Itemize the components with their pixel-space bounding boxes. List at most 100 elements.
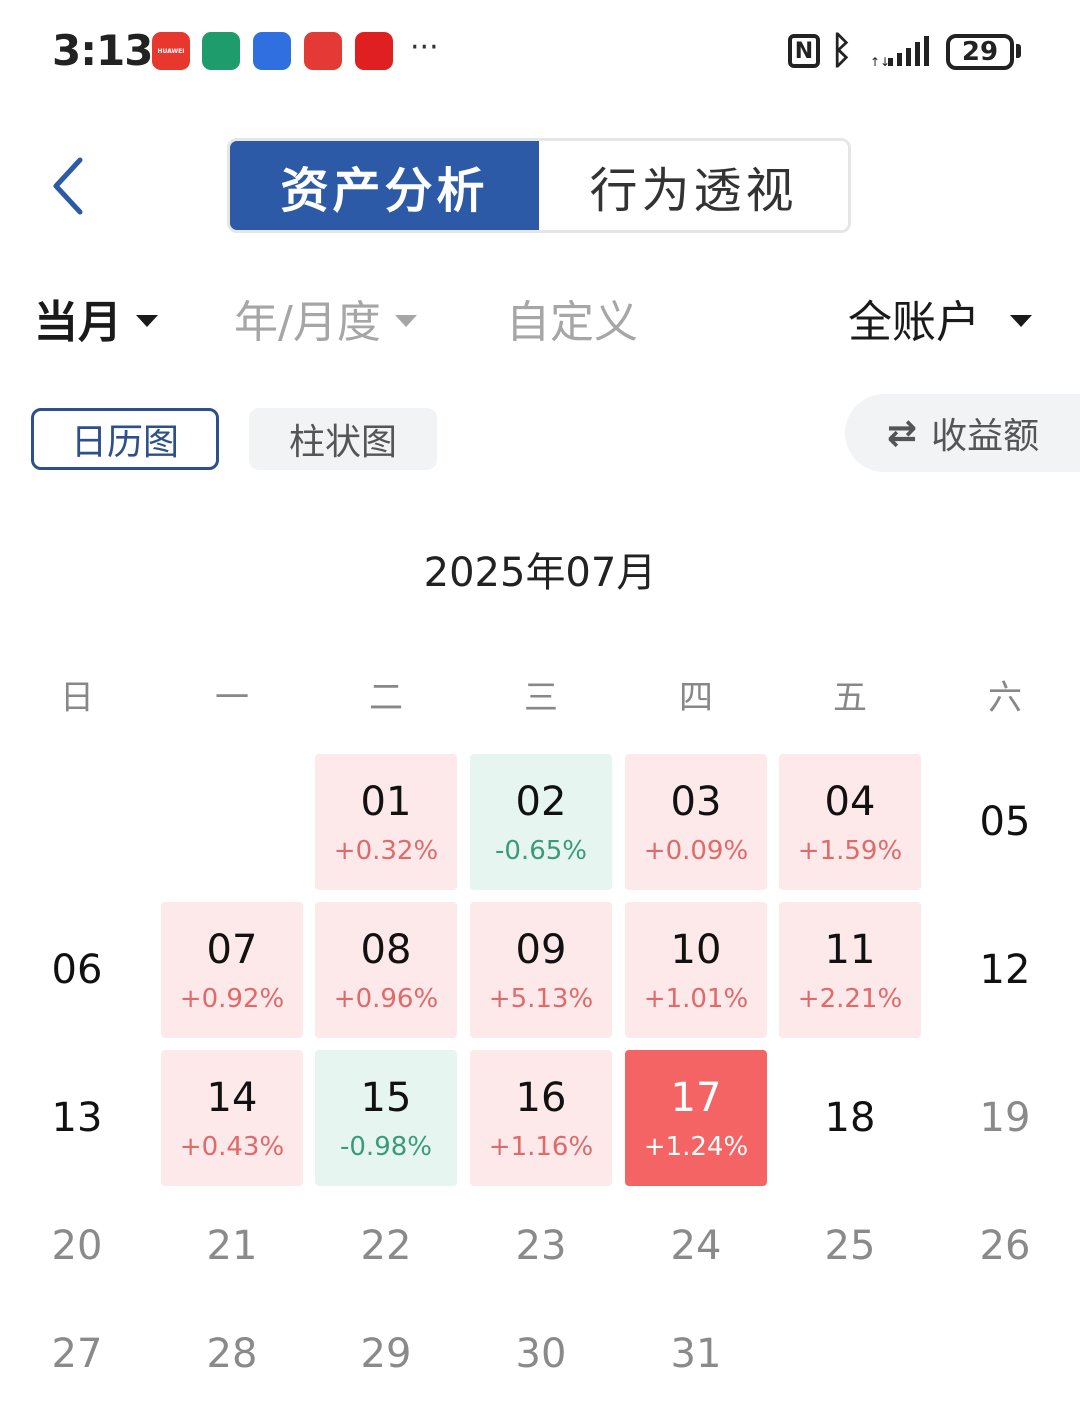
book-app-icon: [304, 32, 342, 70]
svg-text:↑↓: ↑↓: [870, 55, 890, 68]
calendar-day-cell: 26: [934, 1180, 1076, 1312]
calendar-day-number: 10: [670, 927, 722, 973]
weekday-label: 六: [988, 678, 1022, 718]
calendar-day-cell[interactable]: 08 +0.96%: [315, 902, 457, 1038]
calendar-day-cell[interactable]: 12: [934, 902, 1076, 1038]
calendar-day-return: +5.13%: [488, 984, 594, 1014]
calendar-day-return: +1.24%: [643, 1132, 749, 1162]
chevron-left-icon: [53, 157, 83, 215]
filter-current-month-label: 当月: [34, 297, 122, 348]
weekday-label: 四: [679, 678, 713, 718]
filter-account-label: 全账户: [848, 297, 980, 348]
calendar-day-cell: 19: [934, 1050, 1076, 1186]
calendar-day-number: 20: [51, 1223, 103, 1269]
tab-asset-analysis[interactable]: 资产分析: [230, 141, 539, 230]
calendar-day-cell: 28: [161, 1288, 303, 1420]
calendar-day-return: +2.21%: [797, 984, 903, 1014]
calendar-day-return: -0.65%: [495, 836, 587, 866]
calendar-day-number: 05: [979, 799, 1031, 845]
calendar-day-return: -0.98%: [340, 1132, 432, 1162]
calendar-day-number: 06: [51, 947, 103, 993]
calendar-day-cell[interactable]: 03 +0.09%: [625, 754, 767, 890]
calendar-day-number: 09: [515, 927, 567, 973]
calendar-day-cell[interactable]: 04 +1.59%: [779, 754, 921, 890]
calendar-day-number: 07: [206, 927, 258, 973]
calendar-day-number: 21: [206, 1223, 258, 1269]
filter-current-month[interactable]: 当月: [34, 286, 158, 350]
calendar-day-number: 25: [824, 1223, 876, 1269]
calendar-day-cell[interactable]: 07 +0.92%: [161, 902, 303, 1038]
calendar-day-cell[interactable]: 02 -0.65%: [470, 754, 612, 890]
calendar-day-cell: 30: [470, 1288, 612, 1420]
calendar-day-number: 04: [824, 779, 876, 825]
calendar-day-number: 13: [51, 1095, 103, 1141]
bar-chart-view-button[interactable]: 柱状图: [249, 408, 437, 470]
huawei-app-icon: HUAWEI: [152, 32, 190, 70]
calendar-day-cell[interactable]: 14 +0.43%: [161, 1050, 303, 1186]
weekday-label: 日: [60, 678, 94, 718]
calendar-day-cell[interactable]: 09 +5.13%: [470, 902, 612, 1038]
signal-icon: ↑↓: [870, 36, 929, 68]
battery-indicator: 29: [946, 34, 1014, 70]
calendar-day-number: 31: [670, 1331, 722, 1377]
calendar-day-return: +0.09%: [643, 836, 749, 866]
calendar-day-number: 22: [360, 1223, 412, 1269]
calendar-day-cell[interactable]: 11 +2.21%: [779, 902, 921, 1038]
weekday-label: 二: [369, 678, 403, 718]
battery-tip: [1016, 44, 1021, 58]
calendar-day-cell: 31: [625, 1288, 767, 1420]
calendar-day-return: +0.92%: [179, 984, 285, 1014]
heart-app-icon: [355, 32, 393, 70]
calendar-day-cell[interactable]: 01 +0.32%: [315, 754, 457, 890]
calendar-day-cell[interactable]: 18: [779, 1050, 921, 1186]
back-button[interactable]: [40, 150, 100, 222]
calendar-day-number: 23: [515, 1223, 567, 1269]
calendar-day-number: 27: [51, 1331, 103, 1377]
calendar-view-button[interactable]: 日历图: [31, 408, 219, 470]
weekday-label: 五: [833, 678, 867, 718]
calendar-day-number: 26: [979, 1223, 1031, 1269]
calendar-day-cell[interactable]: 13: [6, 1050, 148, 1186]
filter-year-month[interactable]: 年/月度: [234, 286, 417, 350]
calendar-day-number: 24: [670, 1223, 722, 1269]
bluetooth-icon: ᛒ: [830, 28, 853, 72]
hand-app-icon: [253, 32, 291, 70]
calendar-day-number: 15: [360, 1075, 412, 1121]
caret-down-icon: [136, 315, 158, 327]
metric-toggle-label: 收益额: [931, 416, 1040, 457]
calendar-day-number: 02: [515, 779, 567, 825]
calendar-day-number: 29: [360, 1331, 412, 1377]
weekday-label: 一: [215, 678, 249, 718]
calendar-day-cell[interactable]: 06: [6, 902, 148, 1038]
calendar-day-number: 14: [206, 1075, 258, 1121]
calendar-day-cell[interactable]: 15 -0.98%: [315, 1050, 457, 1186]
calendar-day-cell[interactable]: 17 +1.24%: [625, 1050, 767, 1186]
calendar-day-number: 03: [670, 779, 722, 825]
filter-custom[interactable]: 自定义: [506, 286, 638, 350]
calendar-day-return: +1.59%: [797, 836, 903, 866]
calendar-day-cell[interactable]: 05: [934, 754, 1076, 890]
calendar-day-return: +0.96%: [333, 984, 439, 1014]
calendar-day-cell: 25: [779, 1180, 921, 1312]
filter-custom-label: 自定义: [506, 297, 638, 348]
calendar-day-number: 08: [360, 927, 412, 973]
filter-year-month-label: 年/月度: [234, 297, 381, 348]
calendar-day-cell[interactable]: 10 +1.01%: [625, 902, 767, 1038]
filter-account[interactable]: 全账户: [848, 286, 1032, 350]
nfc-icon: N: [788, 34, 820, 68]
calendar-day-number: 12: [979, 947, 1031, 993]
bank-app-icon: [202, 32, 240, 70]
weekday-label: 三: [524, 678, 558, 718]
calendar-day-number: 19: [979, 1095, 1031, 1141]
caret-down-icon: [1010, 315, 1032, 327]
calendar-day-cell[interactable]: 16 +1.16%: [470, 1050, 612, 1186]
swap-icon: ⇄: [887, 412, 918, 454]
calendar-month-title: 2025年07月: [423, 550, 657, 596]
calendar-day-cell: 27: [6, 1288, 148, 1420]
calendar-day-number: 18: [824, 1095, 876, 1141]
metric-toggle-button[interactable]: ⇄ 收益额: [845, 394, 1080, 472]
tab-behavior-insight[interactable]: 行为透视: [539, 141, 848, 230]
caret-down-icon: [394, 315, 417, 327]
calendar-day-return: +0.43%: [179, 1132, 285, 1162]
calendar-day-return: +0.32%: [333, 836, 439, 866]
